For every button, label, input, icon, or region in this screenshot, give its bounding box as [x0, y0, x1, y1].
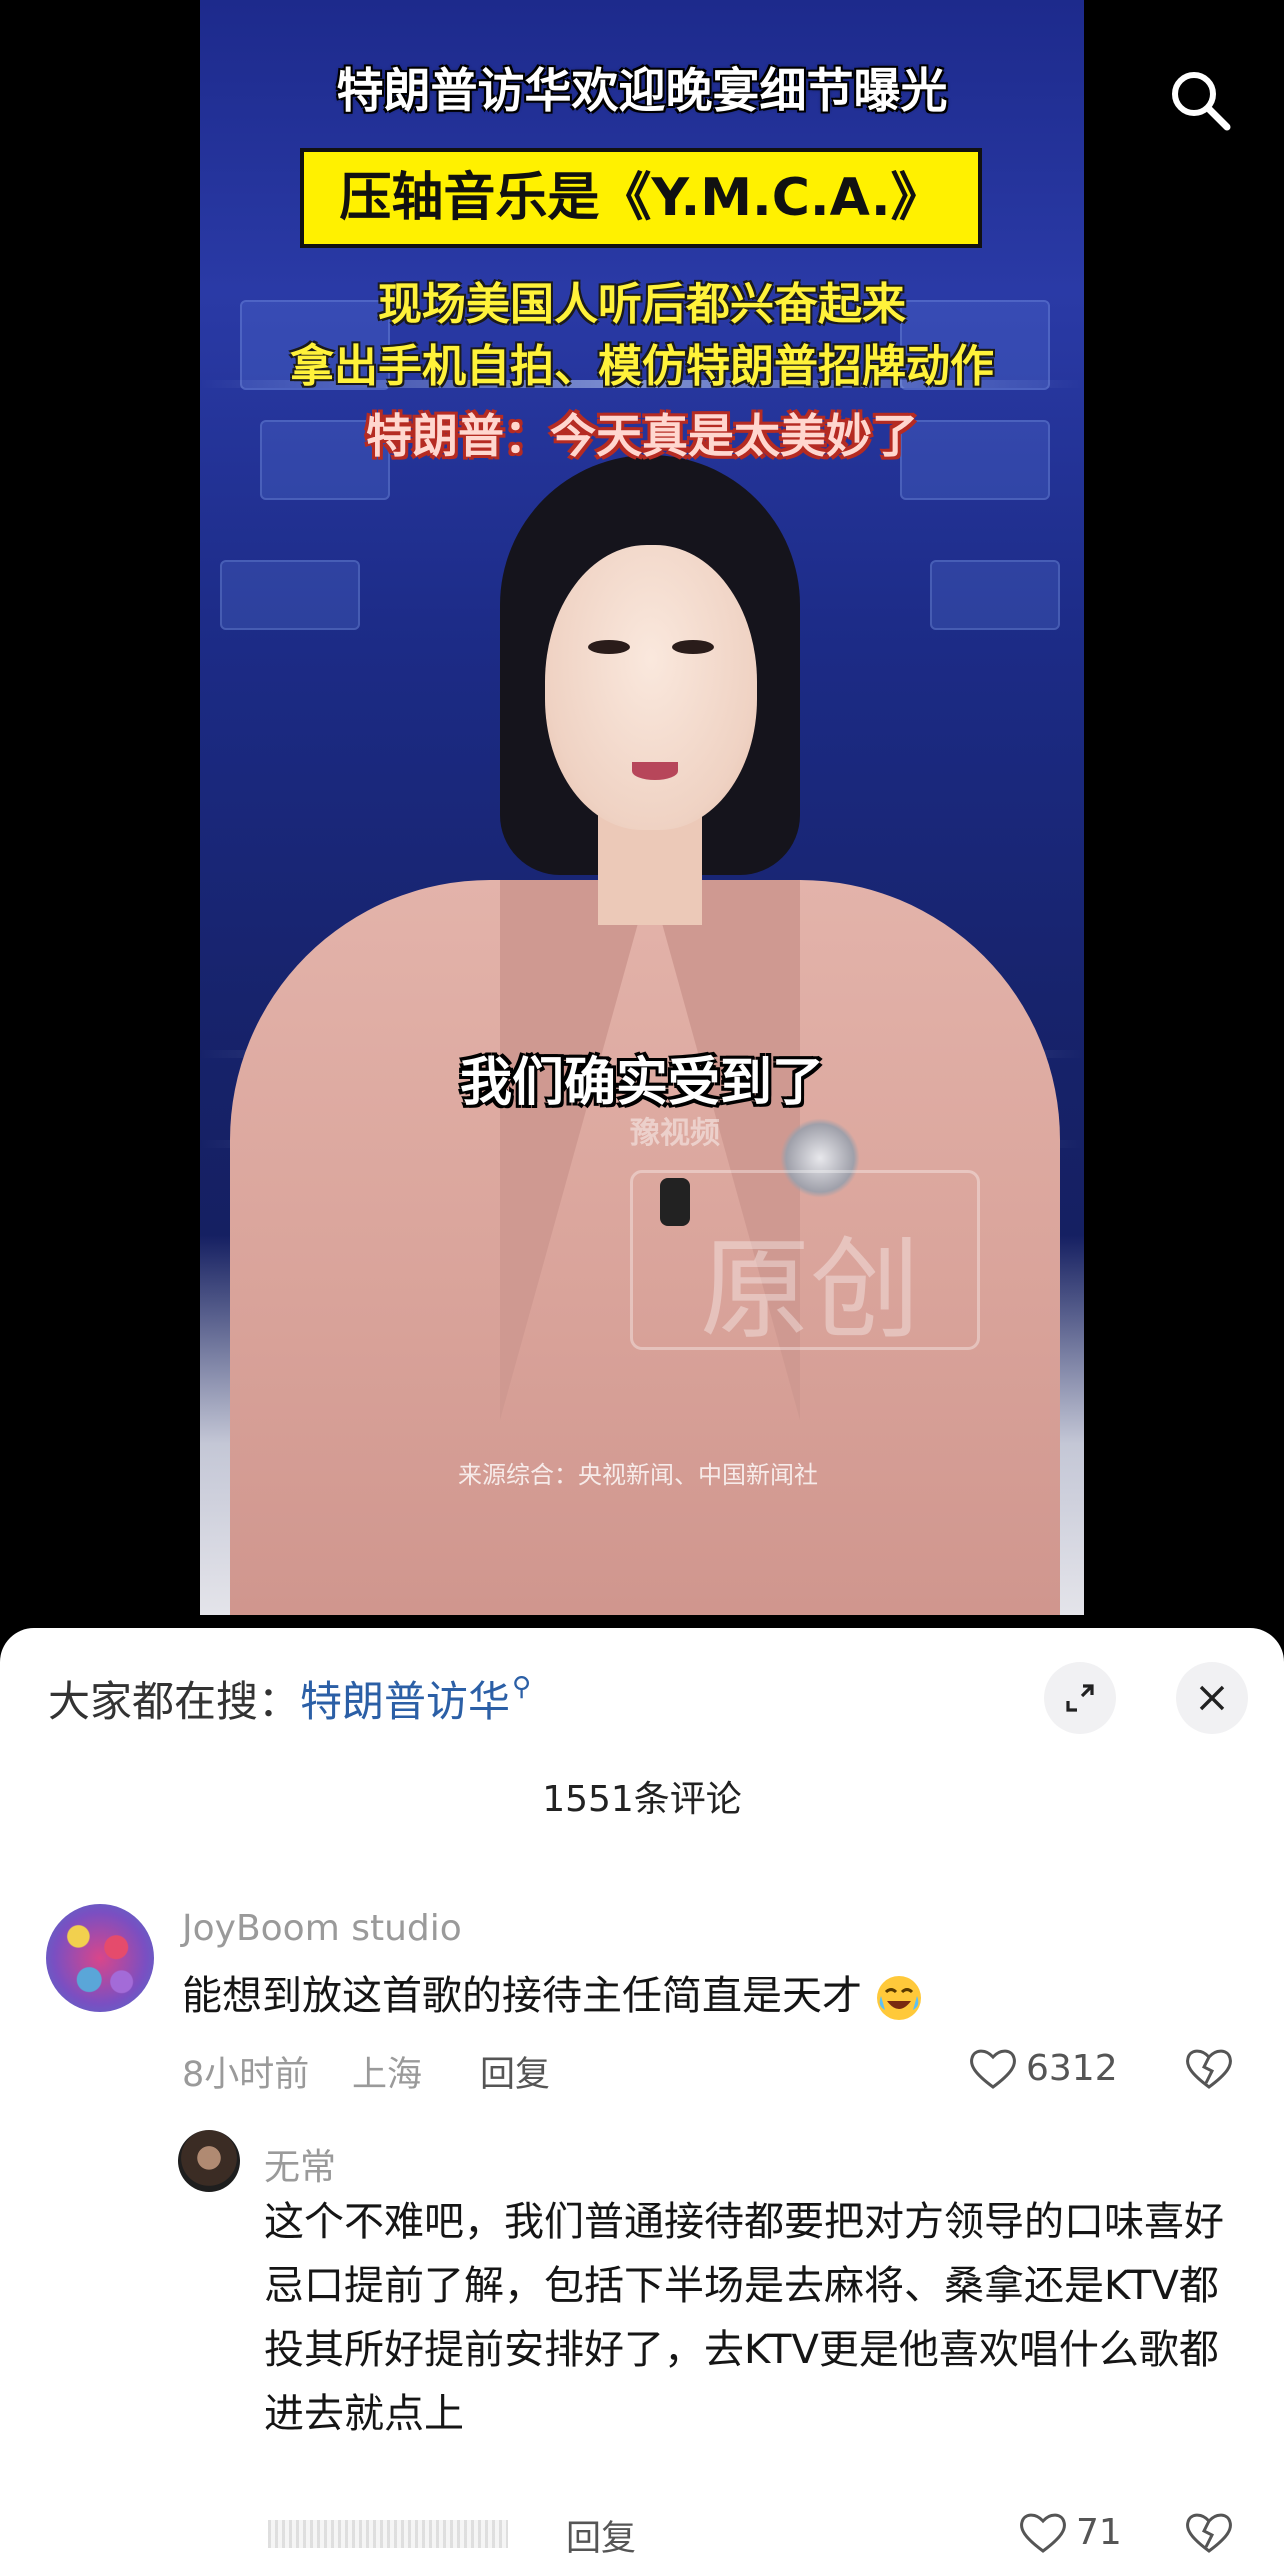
comment-username[interactable]: 无常 [264, 2138, 336, 2190]
search-button[interactable] [1160, 60, 1240, 140]
broken-heart-icon[interactable] [1184, 2045, 1234, 2091]
comment-text[interactable]: 这个不难吧，我们普通接待都要把对方领导的口味喜好忌口提前了解，包括下半场是去麻将… [264, 2190, 1224, 2446]
avatar[interactable] [178, 2130, 240, 2192]
comment-location: 上海 [352, 2055, 423, 2095]
trending-label: 大家都在搜： [48, 1677, 301, 1726]
broken-heart-icon[interactable] [1184, 2509, 1234, 2555]
caption-highlight-box: 压轴音乐是《Y.M.C.A.》 [300, 148, 982, 248]
comment-sheet: 大家都在搜：特朗普访华⚲ 1551条评论 JoyBoom studio 能想到放… [0, 1628, 1284, 2569]
watermark-original: 原创 [700, 1226, 920, 1354]
expand-button[interactable] [1044, 1662, 1116, 1734]
heart-icon[interactable] [1018, 2509, 1068, 2555]
avatar[interactable] [46, 1904, 154, 2012]
like-count: 71 [1076, 2512, 1122, 2553]
caption-line-4: 拿出手机自拍、模仿特朗普招牌动作 [290, 341, 994, 392]
video-subtitle: 我们确实受到了 [459, 1053, 824, 1113]
like-count: 6312 [1026, 2048, 1118, 2089]
caption-line-1: 特朗普访华欢迎晚宴细节曝光 [336, 64, 948, 119]
reply-button[interactable]: 回复 [480, 2046, 550, 2097]
expand-icon [1066, 1684, 1094, 1712]
screen: 特朗普访华欢迎晚宴细节曝光 压轴音乐是《Y.M.C.A.》 现场美国人听后都兴奋… [0, 0, 1284, 2569]
close-icon [1199, 1685, 1225, 1711]
blurred-meta [268, 2520, 508, 2548]
caption-line-2: 压轴音乐是《Y.M.C.A.》 [339, 168, 943, 228]
comment-time: 8小时前 [182, 2055, 310, 2095]
reply-button[interactable]: 回复 [566, 2510, 636, 2561]
close-button[interactable] [1176, 1662, 1248, 1734]
heart-icon[interactable] [968, 2045, 1018, 2091]
search-icon [1172, 72, 1231, 131]
comment-body: 能想到放这首歌的接待主任简直是天才 [182, 1973, 862, 2019]
caption-line-3: 现场美国人听后都兴奋起来 [378, 279, 906, 330]
comment-count: 1551条评论 [542, 1779, 742, 1820]
small-search-icon: ⚲ [512, 1672, 532, 1702]
trending-search-link[interactable]: 特朗普访华 [300, 1677, 510, 1726]
video-source: 来源综合：央视新闻、中国新闻社 [458, 1461, 818, 1489]
comment-text[interactable]: 能想到放这首歌的接待主任简直是天才 [182, 1964, 923, 2028]
laughing-crying-emoji-icon [876, 1976, 921, 2020]
trending-search-bar: 大家都在搜：特朗普访华⚲ [48, 1668, 531, 1729]
caption-line-5: 特朗普：今天真是太美妙了 [366, 409, 918, 463]
video-player[interactable]: 特朗普访华欢迎晚宴细节曝光 压轴音乐是《Y.M.C.A.》 现场美国人听后都兴奋… [200, 0, 1084, 1615]
comment-username[interactable]: JoyBoom studio [182, 1908, 462, 1949]
